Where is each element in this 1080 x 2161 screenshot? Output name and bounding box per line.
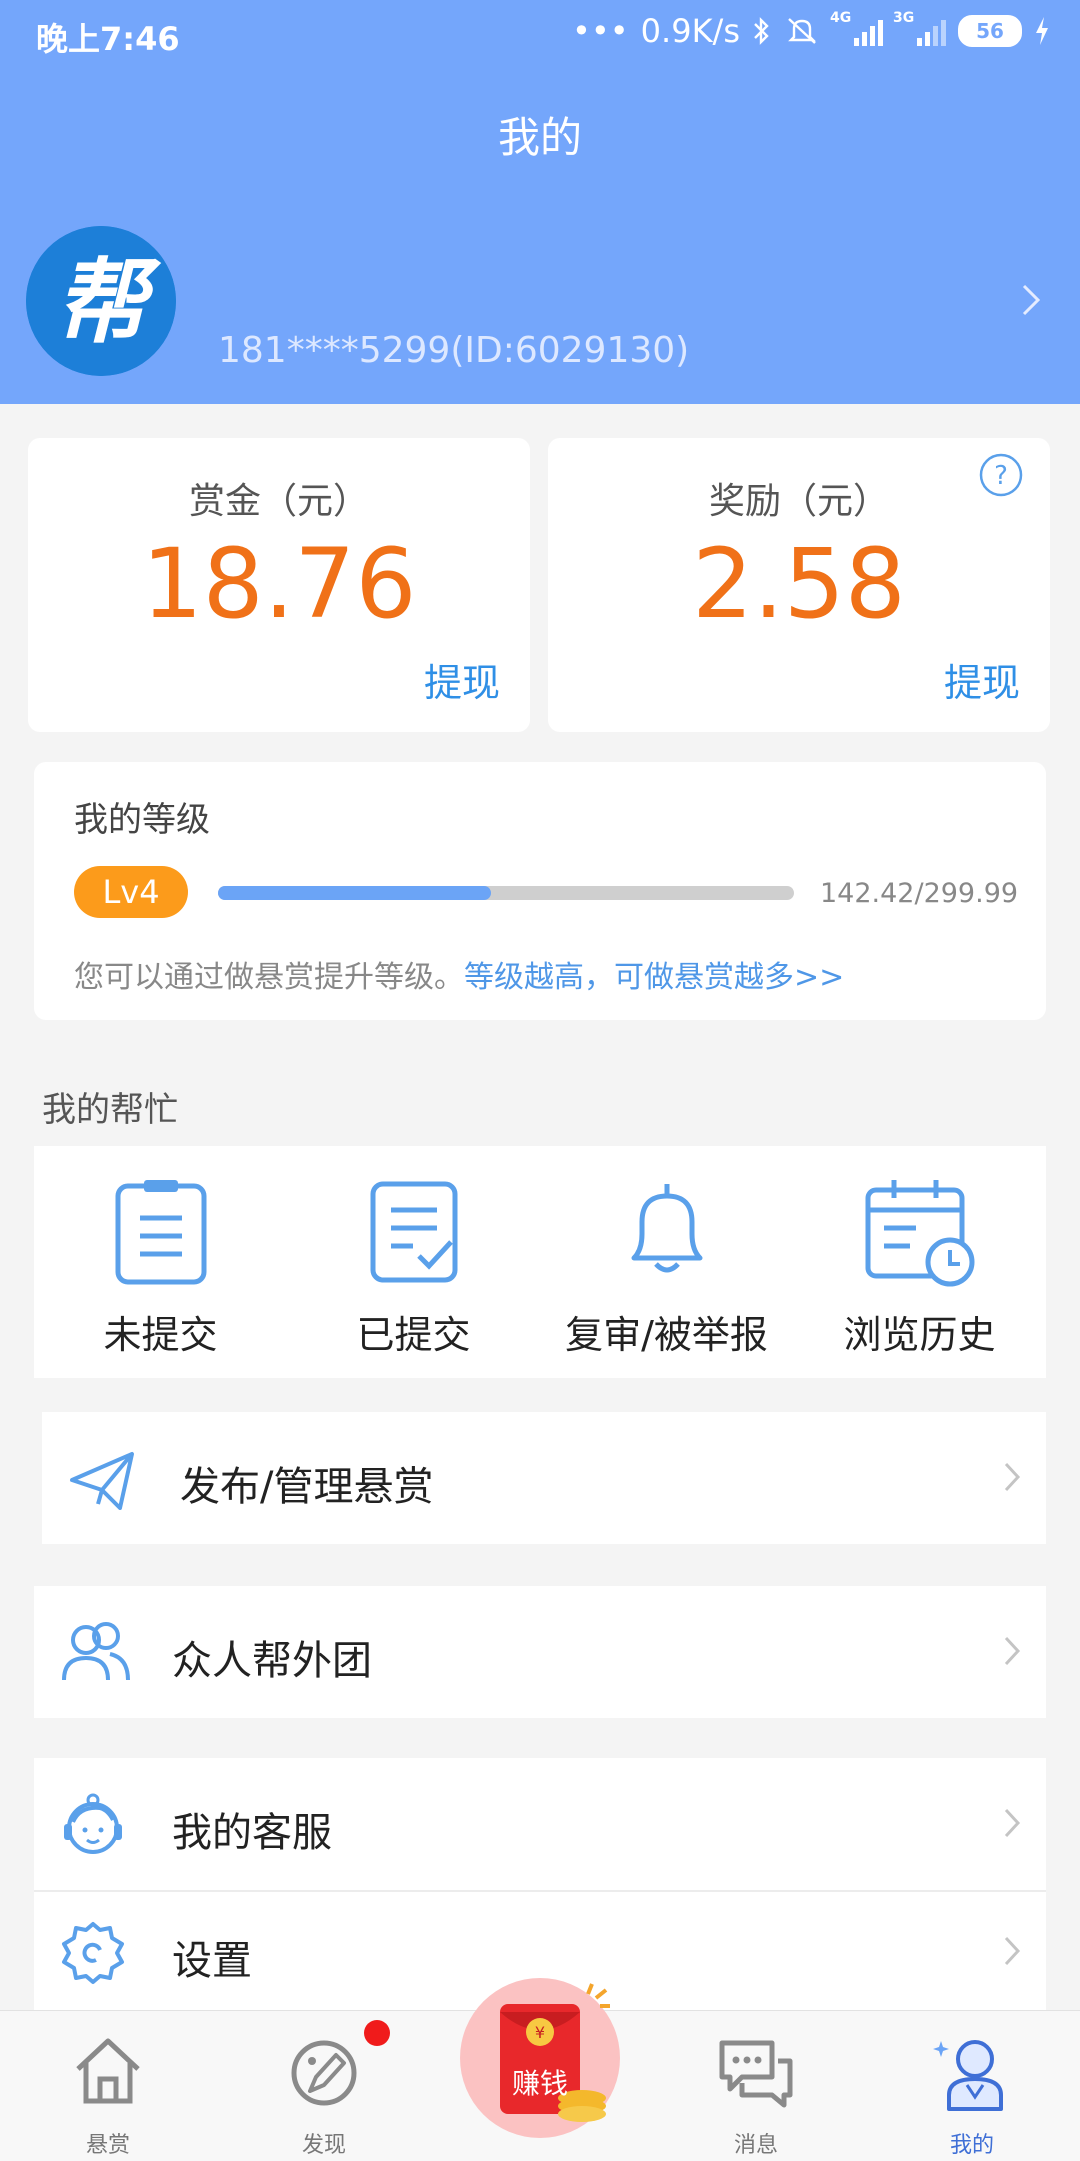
network-speed: 0.9K/s (640, 12, 740, 50)
menu-service-label: 我的客服 (172, 1810, 332, 1856)
level-progress-bar (218, 886, 794, 900)
users-icon (62, 1622, 130, 1681)
tab-discover[interactable]: 发现 (216, 2011, 432, 2161)
tab-label: 发现 (301, 2133, 346, 2158)
customer-service-icon (64, 1793, 122, 1854)
status-icons: ••• 0.9K/s 4G 3G 56 (572, 10, 1050, 50)
level-badge: Lv4 (74, 866, 188, 918)
level-tip-link[interactable]: 等级越高，可做悬赏越多>> (464, 960, 844, 995)
help-item-submitted[interactable]: 已提交 (287, 1146, 540, 1378)
home-icon (76, 2038, 140, 2104)
status-time: 晚上7:46 (36, 20, 180, 58)
calendar-clock-icon (865, 1180, 974, 1287)
status-bar: 晚上7:46 ••• 0.9K/s 4G 3G 56 (0, 0, 1080, 70)
help-item-label: 浏览历史 (843, 1313, 996, 1357)
page-title: 我的 (497, 113, 582, 162)
bell-icon (631, 1184, 702, 1273)
red-envelope-icon: ¥ (462, 1980, 618, 2136)
chat-icon (719, 2040, 793, 2108)
help-item-label: 未提交 (103, 1313, 218, 1357)
level-card: 我的等级 Lv4 142.42/299.99 您可以通过做悬赏提升等级。等级越高… (34, 762, 1046, 1020)
help-section-title: 我的帮忙 (42, 1090, 178, 1130)
menu-team[interactable]: 众人帮外团 (34, 1586, 1046, 1718)
profile-icon (933, 2040, 1003, 2111)
level-title: 我的等级 (74, 800, 210, 840)
tab-label: 我的 (949, 2133, 994, 2158)
menu-publish[interactable]: 发布/管理悬赏 (42, 1412, 1046, 1544)
help-item-history[interactable]: 浏览历史 (793, 1146, 1046, 1378)
signal-3g-icon: 3G (893, 10, 946, 46)
tab-messages[interactable]: 消息 (648, 2011, 864, 2161)
chevron-right-icon[interactable] (1020, 282, 1042, 322)
signal-4g-icon: 4G (830, 10, 883, 46)
menu-service[interactable]: 我的客服 (34, 1758, 1046, 1890)
charging-icon (1036, 17, 1048, 45)
tab-bounty[interactable]: 悬赏 (0, 2011, 216, 2161)
level-progress-text: 142.42/299.99 (820, 878, 1019, 909)
earn-label: 赚钱 (511, 2067, 568, 2100)
level-tip: 您可以通过做悬赏提升等级。等级越高，可做悬赏越多>> (74, 952, 844, 996)
level-tip-text: 您可以通过做悬赏提升等级。 (74, 960, 464, 995)
bluetooth-icon (754, 17, 769, 45)
bounty-card: 赏金（元） 18.76 提现 (28, 438, 530, 732)
svg-text:¥: ¥ (535, 2023, 545, 2042)
avatar[interactable]: 帮 (26, 226, 176, 376)
chevron-right-icon (1004, 1462, 1021, 1492)
level-progress-fill (218, 886, 492, 900)
user-id: 181****5299(ID:6029130) (218, 330, 690, 371)
chevron-right-icon (1004, 1636, 1021, 1666)
menu-settings-label: 设置 (172, 1938, 252, 1984)
mute-icon (788, 18, 816, 44)
tab-label: 消息 (733, 2133, 778, 2158)
gear-icon (62, 1922, 124, 1984)
chevron-right-icon (1004, 1936, 1021, 1966)
dots-icon: ••• (572, 12, 629, 50)
document-check-icon (370, 1181, 457, 1283)
notification-dot (364, 2020, 390, 2046)
avatar-logo: 帮 (55, 249, 162, 356)
reward-amount: 2.58 (692, 528, 906, 640)
menu-publish-label: 发布/管理悬赏 (180, 1464, 434, 1510)
tab-mine[interactable]: 我的 (864, 2011, 1080, 2161)
clipboard-icon (115, 1180, 206, 1285)
reward-label: 奖励（元） (708, 481, 889, 522)
reward-card: ? 奖励（元） 2.58 提现 (548, 438, 1050, 732)
help-grid: 未提交 已提交 复审/被举报 浏览历史 (34, 1146, 1046, 1378)
tab-label: 悬赏 (85, 2133, 130, 2158)
menu-team-label: 众人帮外团 (172, 1638, 372, 1684)
bounty-withdraw-button[interactable]: 提现 (424, 652, 500, 707)
paper-plane-icon (70, 1452, 134, 1510)
discover-icon (291, 2040, 357, 2106)
header: 晚上7:46 ••• 0.9K/s 4G 3G 56 我的 帮 181****5… (0, 0, 1080, 404)
help-item-unsubmitted[interactable]: 未提交 (34, 1146, 287, 1378)
help-item-review[interactable]: 复审/被举报 (540, 1146, 793, 1378)
bounty-label: 赏金（元） (188, 481, 369, 522)
reward-withdraw-button[interactable]: 提现 (944, 652, 1020, 707)
bounty-amount: 18.76 (141, 528, 417, 640)
battery-indicator: 56 (958, 15, 1022, 47)
earn-button[interactable]: ¥ 赚钱 (460, 1978, 620, 2138)
help-item-label: 已提交 (356, 1313, 471, 1357)
help-item-label: 复审/被举报 (565, 1313, 768, 1357)
chevron-right-icon (1004, 1808, 1021, 1838)
